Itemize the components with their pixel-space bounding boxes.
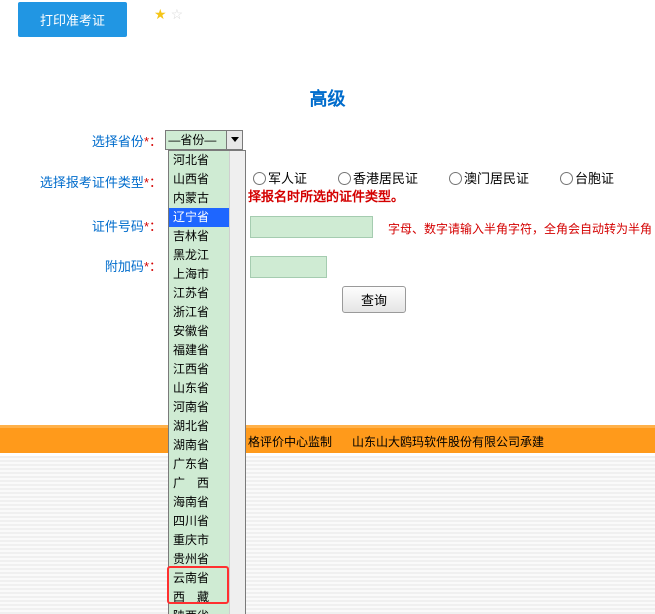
id-type-radio[interactable]: 澳门居民证	[444, 168, 529, 187]
radio-label: 台胞证	[575, 171, 614, 186]
radio-input[interactable]	[338, 172, 351, 185]
captcha-input[interactable]	[250, 256, 327, 278]
scrollbar[interactable]	[229, 151, 245, 614]
footer-bar: 格评价中心监制 山东山大鸥玛软件股份有限公司承建	[0, 425, 655, 453]
page-title: 高级	[0, 85, 655, 111]
id-type-hint: 择报名时所选的证件类型。	[248, 186, 404, 205]
annotation-red-box	[167, 566, 229, 604]
radio-label: 军人证	[268, 171, 307, 186]
id-type-radio[interactable]: 军人证	[248, 168, 307, 187]
chevron-down-icon[interactable]	[226, 131, 242, 149]
id-number-hint: 字母、数字请输入半角字符，全角会自动转为半角	[388, 220, 652, 237]
id-number-input[interactable]	[250, 216, 373, 238]
footer-right-text: 山东山大鸥玛软件股份有限公司承建	[352, 435, 544, 449]
label-captcha: 附加码*：	[0, 256, 162, 275]
id-type-radio[interactable]: 香港居民证	[333, 168, 418, 187]
province-select-value: —省份—	[168, 133, 216, 147]
star-outline-icon: ☆	[171, 6, 184, 22]
radio-label: 香港居民证	[353, 171, 418, 186]
radio-input[interactable]	[560, 172, 573, 185]
province-select[interactable]: —省份—	[165, 130, 243, 150]
radio-label: 澳门居民证	[464, 171, 529, 186]
footer-left-text: 格评价中心监制	[248, 435, 332, 449]
province-dropdown[interactable]: 河北省山西省内蒙古辽宁省吉林省黑龙江上海市江苏省浙江省安徽省福建省江西省山东省河…	[168, 150, 246, 614]
query-button[interactable]: 查询	[342, 286, 406, 313]
id-type-radios: 军人证 香港居民证 澳门居民证 台胞证	[248, 168, 640, 187]
favorite-icons: ★☆	[154, 6, 183, 23]
id-type-radio[interactable]: 台胞证	[555, 168, 614, 187]
footer-background	[0, 456, 655, 614]
label-id-type: 选择报考证件类型*：	[0, 172, 162, 191]
label-id-no: 证件号码*：	[0, 216, 162, 235]
radio-input[interactable]	[253, 172, 266, 185]
radio-input[interactable]	[449, 172, 462, 185]
star-icon: ★	[154, 6, 167, 22]
print-ticket-button[interactable]: 打印准考证	[18, 2, 127, 37]
label-province: 选择省份*：	[0, 131, 162, 150]
